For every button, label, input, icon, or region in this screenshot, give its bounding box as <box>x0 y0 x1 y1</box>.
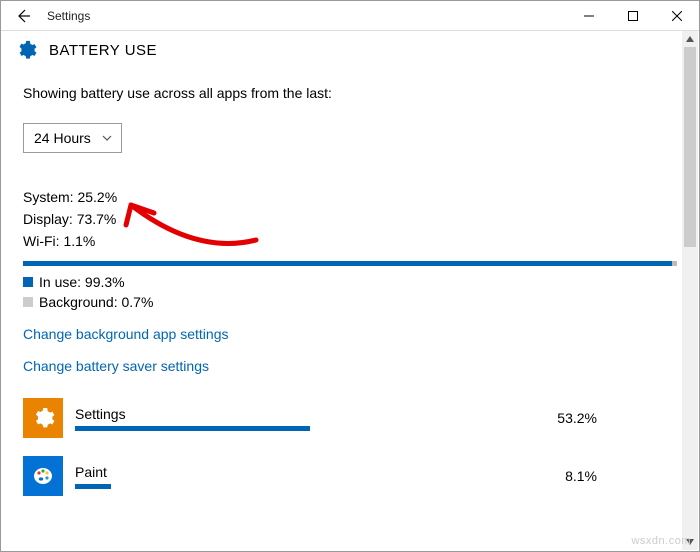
legend-in-use-value: 99.3% <box>85 274 125 290</box>
gear-icon <box>15 39 37 61</box>
window-controls <box>567 1 699 31</box>
stat-display: Display: 73.7% <box>23 211 677 227</box>
stat-wifi-value: 1.1% <box>63 233 95 249</box>
legend-background-label: Background: <box>39 294 118 310</box>
legend-in-use-label: In use: <box>39 274 81 290</box>
window-title: Settings <box>47 9 90 23</box>
timeframe-value: 24 Hours <box>34 130 91 146</box>
close-icon <box>672 11 682 21</box>
maximize-icon <box>628 11 638 21</box>
app-progress-bar <box>75 484 111 489</box>
chevron-down-icon <box>101 132 113 144</box>
maximize-button[interactable] <box>611 1 655 31</box>
paint-icon <box>31 464 55 488</box>
usage-bar <box>23 261 677 266</box>
back-button[interactable] <box>1 1 45 31</box>
gear-icon <box>31 406 55 430</box>
app-list: Settings 53.2% Paint 8.1% <box>23 396 677 498</box>
titlebar: Settings <box>1 1 699 31</box>
scroll-thumb[interactable] <box>684 47 696 247</box>
app-pct: 8.1% <box>517 468 677 484</box>
timeframe-dropdown[interactable]: 24 Hours <box>23 123 122 153</box>
usage-bar-in-use <box>23 261 672 266</box>
stat-display-label: Display: <box>23 211 73 227</box>
app-icon-settings <box>23 398 63 438</box>
minimize-button[interactable] <box>567 1 611 31</box>
content-area: Showing battery use across all apps from… <box>1 67 699 549</box>
app-progress-bar <box>75 426 310 431</box>
stat-wifi-label: Wi-Fi: <box>23 233 60 249</box>
scroll-up-button[interactable] <box>682 31 698 47</box>
stat-system-label: System: <box>23 189 74 205</box>
watermark: wsxdn.com <box>631 535 691 547</box>
legend-background: Background: 0.7% <box>23 294 677 310</box>
timeframe-description: Showing battery use across all apps from… <box>23 85 677 101</box>
stat-system-value: 25.2% <box>77 189 117 205</box>
back-icon <box>15 8 31 24</box>
usage-bar-background <box>672 261 677 266</box>
stat-display-value: 73.7% <box>77 211 117 227</box>
app-name-col: Settings <box>75 406 517 431</box>
app-row[interactable]: Settings 53.2% <box>23 396 677 440</box>
legend-in-use: In use: 99.3% <box>23 274 677 290</box>
page-header: BATTERY USE <box>1 31 699 67</box>
scrollbar[interactable] <box>682 31 698 550</box>
legend-background-value: 0.7% <box>122 294 154 310</box>
page-title: BATTERY USE <box>49 42 157 59</box>
scroll-track[interactable] <box>682 47 698 534</box>
legend-swatch-background <box>23 297 33 307</box>
app-name: Settings <box>75 406 517 422</box>
app-icon-paint <box>23 456 63 496</box>
app-row[interactable]: Paint 8.1% <box>23 454 677 498</box>
stat-system: System: 25.2% <box>23 189 677 205</box>
chevron-up-icon <box>686 36 694 42</box>
legend-swatch-in-use <box>23 277 33 287</box>
link-battery-saver-settings[interactable]: Change battery saver settings <box>23 358 677 374</box>
close-button[interactable] <box>655 1 699 31</box>
link-bg-app-settings[interactable]: Change background app settings <box>23 326 677 342</box>
app-name-col: Paint <box>75 464 517 489</box>
app-name: Paint <box>75 464 517 480</box>
app-pct: 53.2% <box>517 410 677 426</box>
stat-wifi: Wi-Fi: 1.1% <box>23 233 677 249</box>
minimize-icon <box>584 11 594 21</box>
